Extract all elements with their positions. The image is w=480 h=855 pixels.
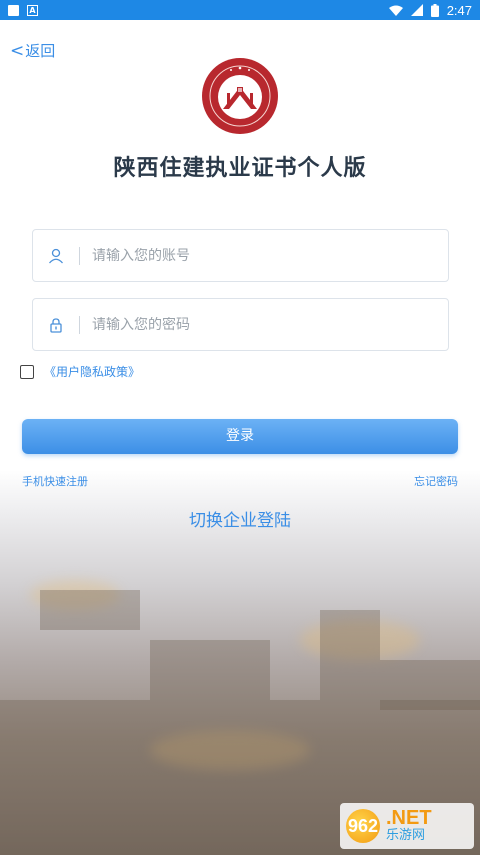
forgot-password-link[interactable]: 忘记密码: [414, 473, 458, 489]
field-divider: [79, 246, 80, 265]
password-field[interactable]: [32, 298, 449, 351]
page-title: 陕西住建执业证书个人版: [113, 156, 367, 181]
privacy-policy-link[interactable]: 《用户隐私政策》: [44, 363, 140, 380]
watermark-badge: 962: [346, 809, 380, 843]
watermark-net: .NET: [386, 807, 432, 829]
app-logo-seal: [202, 58, 278, 134]
status-bar: A 2:47: [0, 0, 480, 20]
back-button[interactable]: < 返回: [10, 40, 55, 61]
account-input[interactable]: [92, 247, 448, 264]
switch-enterprise-login-link[interactable]: 切换企业登陆: [0, 506, 480, 531]
policy-checkbox[interactable]: [20, 364, 34, 379]
watermark-logo: 962 .NET 乐游网: [340, 803, 474, 849]
back-label: 返回: [25, 42, 56, 60]
status-time: 2:47: [446, 2, 472, 18]
lock-icon: [50, 317, 62, 333]
user-icon: [49, 248, 63, 263]
signal-icon: [410, 4, 423, 16]
battery-icon: [430, 3, 439, 17]
field-divider: [79, 315, 80, 334]
a-badge-icon: A: [27, 4, 38, 16]
account-field[interactable]: [32, 229, 449, 282]
login-button[interactable]: 登录: [22, 419, 458, 454]
password-input[interactable]: [92, 316, 448, 333]
wifi-icon: [388, 5, 403, 16]
watermark-site-name: 乐游网: [386, 828, 426, 843]
notification-square-icon: [8, 4, 19, 16]
chevron-left-icon: <: [10, 40, 25, 61]
policy-agreement: 《用户隐私政策》: [20, 363, 140, 380]
phone-register-link[interactable]: 手机快速注册: [22, 473, 88, 489]
